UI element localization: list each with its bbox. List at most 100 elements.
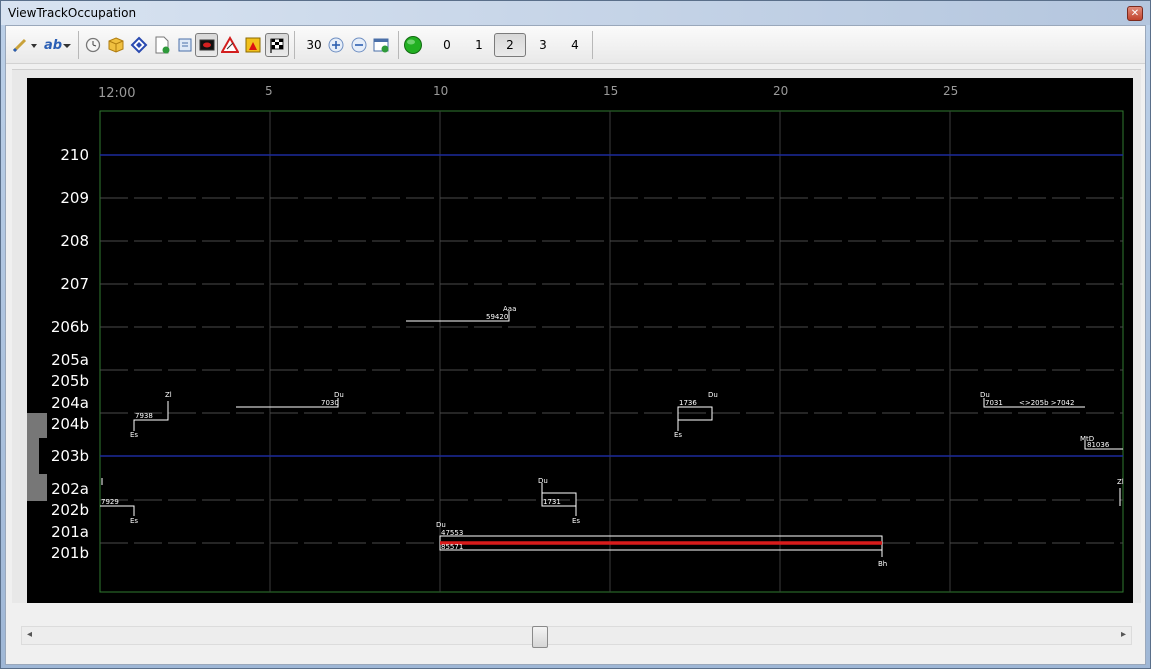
diamond-icon (130, 36, 148, 54)
track-label: 209 (60, 189, 89, 207)
time-axis: 12:00 5 10 15 20 25 (98, 84, 958, 101)
window-title: ViewTrackOccupation (8, 6, 137, 20)
zoom-out-button[interactable] (348, 33, 370, 57)
track-lines (100, 197, 1123, 544)
occ-top: Du (538, 477, 548, 485)
occ-below: Es (572, 517, 580, 525)
fit-button[interactable] (370, 33, 392, 57)
text-tool-button[interactable]: ab (41, 33, 75, 57)
app-window: ViewTrackOccupation ✕ ab 30 0 1 2 3 4 12… (0, 0, 1151, 669)
occ-bottom2: 85571 (441, 543, 463, 551)
zoom-value: 30 (306, 38, 322, 52)
time-label: 20 (773, 84, 788, 98)
occ-bottom: 7031 (985, 399, 1003, 407)
toolbar: ab 30 0 1 2 3 4 (6, 26, 1145, 64)
occ-below: Es (674, 431, 682, 439)
time-label: 10 (433, 84, 448, 98)
track-selector-strip[interactable] (27, 413, 47, 501)
ab-label: ab (43, 37, 63, 53)
horizontal-scrollbar[interactable]: ◂ ▸ (21, 626, 1132, 648)
time-label: 12:00 (98, 86, 135, 101)
new-page-icon (155, 36, 170, 54)
scroll-right-icon[interactable]: ▸ (1121, 629, 1126, 640)
track-labels: 210 209 208 207 206b 205a 205b 204a 204b… (51, 146, 89, 562)
occ-bottom: 81036 (1087, 441, 1110, 449)
occ-bottom: 47553 (441, 529, 463, 537)
title-bar[interactable]: ViewTrackOccupation ✕ (1, 1, 1150, 25)
signal-button[interactable] (242, 33, 264, 57)
close-button[interactable]: ✕ (1127, 6, 1143, 21)
diamond-button[interactable] (128, 33, 150, 57)
occupation-labels: Aaa 59420 Du 7030 Zl 7938 Es Du 1736 Es … (101, 305, 1124, 568)
scroll-button[interactable] (174, 33, 196, 57)
level-4-button[interactable]: 4 (560, 33, 590, 57)
green-status-icon (404, 36, 422, 54)
calendar-icon (373, 38, 389, 53)
signal-icon (245, 37, 261, 53)
zoom-out-icon (351, 37, 367, 53)
level-2-button[interactable]: 2 (494, 33, 526, 57)
track-label: 204a (51, 394, 89, 412)
scroll-icon (178, 38, 192, 52)
occ-below: Es (130, 431, 138, 439)
level-3-button[interactable]: 3 (528, 33, 558, 57)
scroll-left-icon[interactable]: ◂ (27, 629, 32, 640)
track-label: 207 (60, 275, 89, 293)
occupation-bar[interactable] (100, 505, 135, 516)
clock-icon (85, 37, 101, 53)
checkered-flag-button[interactable] (265, 33, 289, 57)
box-icon (108, 37, 124, 53)
occ-bottom: 59420 (486, 313, 508, 321)
package-button[interactable] (105, 33, 127, 57)
track-label: 203b (51, 447, 89, 465)
warning-button[interactable] (219, 33, 241, 57)
level-1-button[interactable]: 1 (464, 33, 494, 57)
time-label: 25 (943, 84, 958, 98)
new-page-button[interactable] (151, 33, 173, 57)
occ-top: Du (436, 521, 446, 529)
occ-below: Bh (878, 560, 887, 568)
track-label: 202b (51, 501, 89, 519)
client-area: ab 30 0 1 2 3 4 12:00 5 10 15 20 25 210 … (5, 25, 1146, 665)
occ-top: l (101, 478, 103, 486)
occ-bottom: 1731 (543, 498, 561, 506)
occ-bottom: 1736 (679, 399, 697, 407)
vertical-gridlines (269, 111, 951, 592)
plot-frame (99, 110, 1124, 593)
track-label: 202a (51, 480, 89, 498)
toolbar-separator (398, 31, 399, 59)
zoom-in-button[interactable] (325, 33, 347, 57)
occupation-bars (100, 311, 1123, 557)
level-0-button[interactable]: 0 (432, 33, 462, 57)
clock-button[interactable] (82, 33, 104, 57)
occ-bottom: 7030 (321, 399, 339, 407)
warning-icon (221, 36, 239, 53)
chevron-down-icon (63, 44, 72, 48)
occ-top: Zl (165, 391, 172, 399)
track-label: 201a (51, 523, 89, 541)
status-button[interactable] (402, 33, 424, 57)
pen-icon (12, 38, 37, 53)
chart-svg: 12:00 5 10 15 20 25 210 209 208 207 206b… (27, 84, 1124, 593)
pen-tool-button[interactable] (9, 33, 39, 57)
time-label: 15 (603, 84, 618, 98)
track-label: 208 (60, 232, 89, 250)
occ-top: Du (980, 391, 990, 399)
scroll-thumb[interactable] (532, 626, 548, 648)
track-label: 205a (51, 351, 89, 369)
occ-extra: <>205b >7042 (1019, 399, 1074, 407)
track-label: 205b (51, 372, 89, 390)
checkered-flag-icon (270, 38, 284, 53)
zoom-in-icon (328, 37, 344, 53)
display-icon (199, 39, 214, 51)
occ-below: Es (130, 517, 138, 525)
toolbar-separator (78, 31, 79, 59)
time-label: 5 (265, 84, 273, 98)
display-button[interactable] (195, 33, 218, 57)
track-label: 204b (51, 415, 89, 433)
occ-top: Du (708, 391, 718, 399)
track-occupation-chart[interactable]: 12:00 5 10 15 20 25 210 209 208 207 206b… (27, 78, 1133, 603)
occ-top: Du (334, 391, 344, 399)
toolbar-separator (592, 31, 593, 59)
occ-bottom: 7938 (135, 412, 153, 420)
